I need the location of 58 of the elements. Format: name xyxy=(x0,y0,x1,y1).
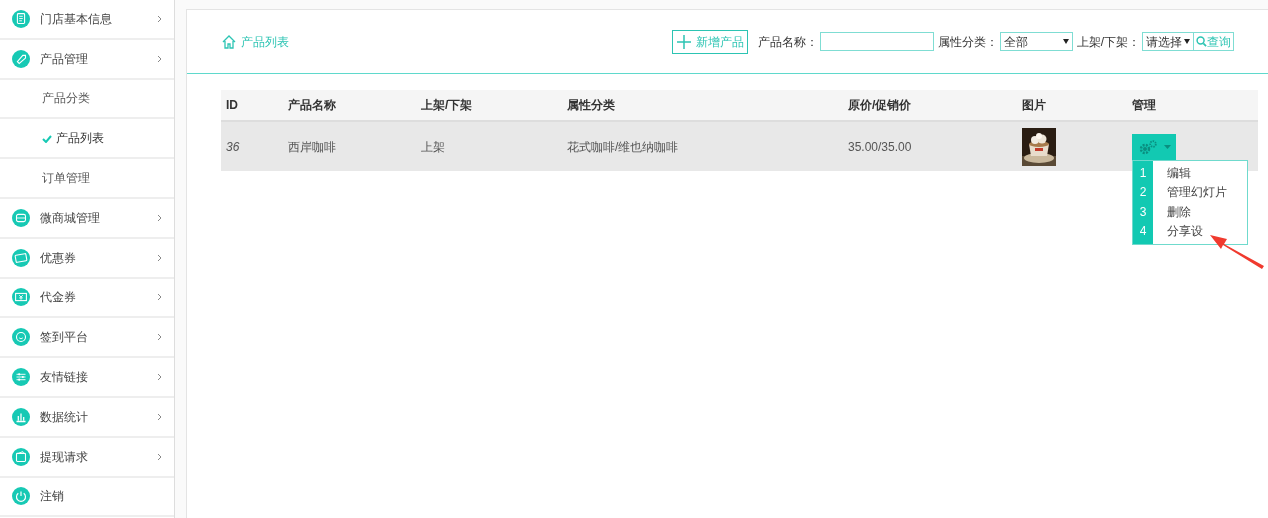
sidebar-item[interactable]: 注销 xyxy=(40,487,64,506)
filter-label: 属性分类： xyxy=(937,33,998,51)
menu-icon xyxy=(12,368,30,387)
table-cell: 西岸咖啡 xyxy=(283,121,416,171)
menu-icon xyxy=(12,49,30,68)
column-header: 属性分类 xyxy=(562,90,843,121)
sidebar-subitem[interactable]: 订单管理 xyxy=(42,169,90,188)
menu-number: 3 xyxy=(1138,203,1148,221)
sidebar-item[interactable]: 产品管理 xyxy=(40,49,88,68)
filter-select[interactable]: 全部 xyxy=(999,32,1073,51)
menu-item[interactable]: 删除 xyxy=(1167,202,1191,222)
sidebar-item[interactable]: 代金券 xyxy=(40,288,76,307)
sidebar-item[interactable]: 友情链接 xyxy=(40,368,88,387)
dropdown-arrow-icon xyxy=(1184,39,1190,44)
plus-icon xyxy=(675,33,692,50)
sidebar-subitem[interactable]: 产品列表 xyxy=(42,129,104,148)
gear-icon xyxy=(1137,138,1160,155)
sidebar-subitem[interactable]: 产品分类 xyxy=(42,89,90,108)
sidebar-item[interactable]: 门店基本信息 xyxy=(40,9,112,28)
menu-item[interactable]: 编辑 xyxy=(1167,163,1191,183)
menu-icon xyxy=(12,447,30,466)
dropdown-arrow-icon xyxy=(1062,39,1069,44)
sidebar-item[interactable]: 数据统计 xyxy=(40,407,88,426)
table-cell: 上架 xyxy=(416,121,562,171)
menu-number: 1 xyxy=(1138,164,1148,182)
settings-dropdown-button[interactable] xyxy=(1132,133,1176,160)
menu-item[interactable]: 管理幻灯片 xyxy=(1167,183,1227,203)
menu-number: 4 xyxy=(1138,223,1148,240)
column-header: 上架/下架 xyxy=(416,90,562,121)
menu-icon xyxy=(12,288,30,307)
menu-icon xyxy=(12,9,30,28)
column-header: 原价/促销价 xyxy=(843,90,1017,121)
filter-select[interactable]: 请选择 xyxy=(1142,32,1194,51)
menu-item[interactable]: 分享设 xyxy=(1167,222,1203,242)
home-icon xyxy=(221,33,237,50)
table-cell[interactable]: 36 xyxy=(221,121,283,171)
sidebar-item[interactable]: 微商城管理 xyxy=(40,208,100,227)
column-header: ID xyxy=(221,90,283,121)
sidebar-item[interactable]: 优惠券 xyxy=(40,248,76,267)
menu-icon xyxy=(12,487,30,506)
menu-icon xyxy=(12,328,30,347)
name-field[interactable] xyxy=(819,32,934,51)
filter-label: 产品名称： xyxy=(757,33,818,51)
column-header: 图片 xyxy=(1017,90,1127,121)
column-header: 管理 xyxy=(1127,90,1258,121)
filter-label: 上架/下架： xyxy=(1076,33,1140,51)
menu-icon xyxy=(12,407,30,426)
menu-number: 2 xyxy=(1138,184,1148,201)
caret-icon xyxy=(1163,144,1171,149)
menu-icon xyxy=(12,248,30,267)
table-cell: 花式咖啡/维也纳咖啡 xyxy=(562,121,843,171)
sidebar-item[interactable]: 提现请求 xyxy=(40,447,88,466)
column-header: 产品名称 xyxy=(283,90,416,121)
menu-icon xyxy=(12,208,30,227)
sidebar-item[interactable]: 签到平台 xyxy=(40,328,88,347)
search-icon xyxy=(1196,36,1207,47)
check-icon xyxy=(42,135,52,144)
table-cell: 35.00/35.00 xyxy=(843,121,1017,171)
